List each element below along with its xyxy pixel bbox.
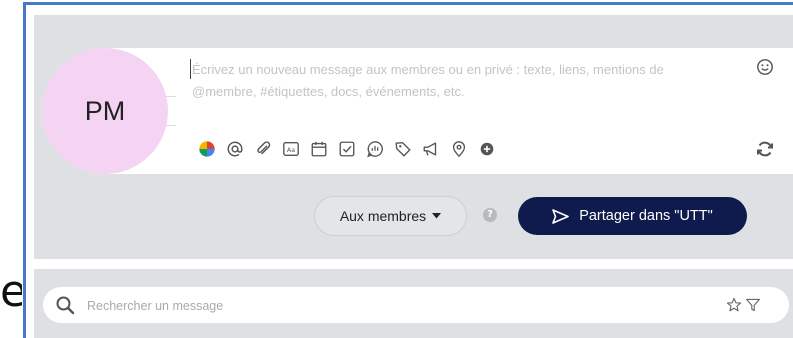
audience-label: Aux membres [339, 208, 427, 224]
search-icon [56, 296, 75, 315]
composer-toolbar: Aa [198, 138, 496, 160]
checkbox-icon[interactable] [338, 140, 356, 158]
avatar-initials: PM [84, 95, 126, 126]
star-icon[interactable] [726, 297, 742, 313]
poll-icon[interactable] [366, 140, 384, 158]
refresh-icon[interactable] [755, 139, 775, 159]
send-icon [552, 208, 569, 224]
megaphone-icon[interactable] [422, 140, 440, 158]
smile-icon[interactable] [756, 58, 774, 76]
bubble-tail [164, 96, 176, 126]
search-input[interactable] [85, 287, 649, 325]
avatar: PM [42, 48, 168, 174]
font-size-icon[interactable]: Aa [282, 140, 300, 158]
message-input[interactable]: Écrivez un nouveau message aux membres o… [192, 59, 712, 103]
stray-text: e [0, 266, 22, 317]
help-icon[interactable]: ? [483, 208, 497, 222]
filter-icon[interactable] [745, 297, 761, 313]
location-pin-icon[interactable] [450, 140, 468, 158]
share-button[interactable]: Partager dans "UTT" [518, 197, 747, 235]
color-palette-icon[interactable] [198, 140, 216, 158]
paperclip-icon[interactable] [254, 140, 272, 158]
post-composer-widget: PM Écrivez un nouveau message aux membre… [23, 2, 793, 338]
message-composer[interactable]: PM Écrivez un nouveau message aux membre… [42, 48, 793, 174]
text-cursor [190, 59, 191, 79]
tag-icon[interactable] [394, 140, 412, 158]
audience-dropdown[interactable]: Aux membres [314, 196, 467, 236]
at-mention-icon[interactable] [226, 140, 244, 158]
search-bar[interactable] [43, 287, 789, 325]
calendar-icon[interactable] [310, 140, 328, 158]
caret-down-icon [432, 213, 442, 219]
share-label: Partager dans "UTT" [579, 208, 713, 224]
svg-text:Aa: Aa [287, 147, 295, 154]
add-circle-icon[interactable] [478, 140, 496, 158]
